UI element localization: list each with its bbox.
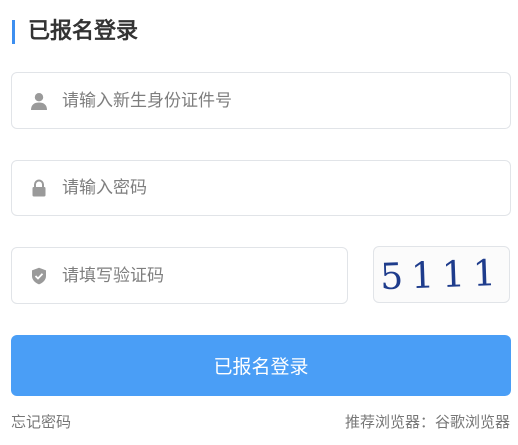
captcha-image[interactable]: 5111: [373, 246, 510, 303]
password-input[interactable]: [62, 161, 500, 215]
shield-check-icon: [32, 267, 46, 284]
id-number-input[interactable]: [62, 73, 500, 128]
captcha-text: 5111: [380, 253, 505, 298]
id-number-field[interactable]: [11, 72, 511, 129]
login-button[interactable]: 已报名登录: [11, 335, 511, 396]
password-field[interactable]: [11, 160, 511, 216]
user-icon: [31, 92, 47, 110]
captcha-field[interactable]: [11, 247, 348, 304]
title-accent-bar: [12, 20, 15, 44]
forgot-password-link[interactable]: 忘记密码: [11, 411, 71, 433]
lock-icon: [32, 179, 46, 197]
browser-recommendation: 推荐浏览器：谷歌浏览器: [344, 413, 510, 431]
captcha-input[interactable]: [62, 248, 337, 303]
page-title: 已报名登录: [28, 19, 139, 44]
